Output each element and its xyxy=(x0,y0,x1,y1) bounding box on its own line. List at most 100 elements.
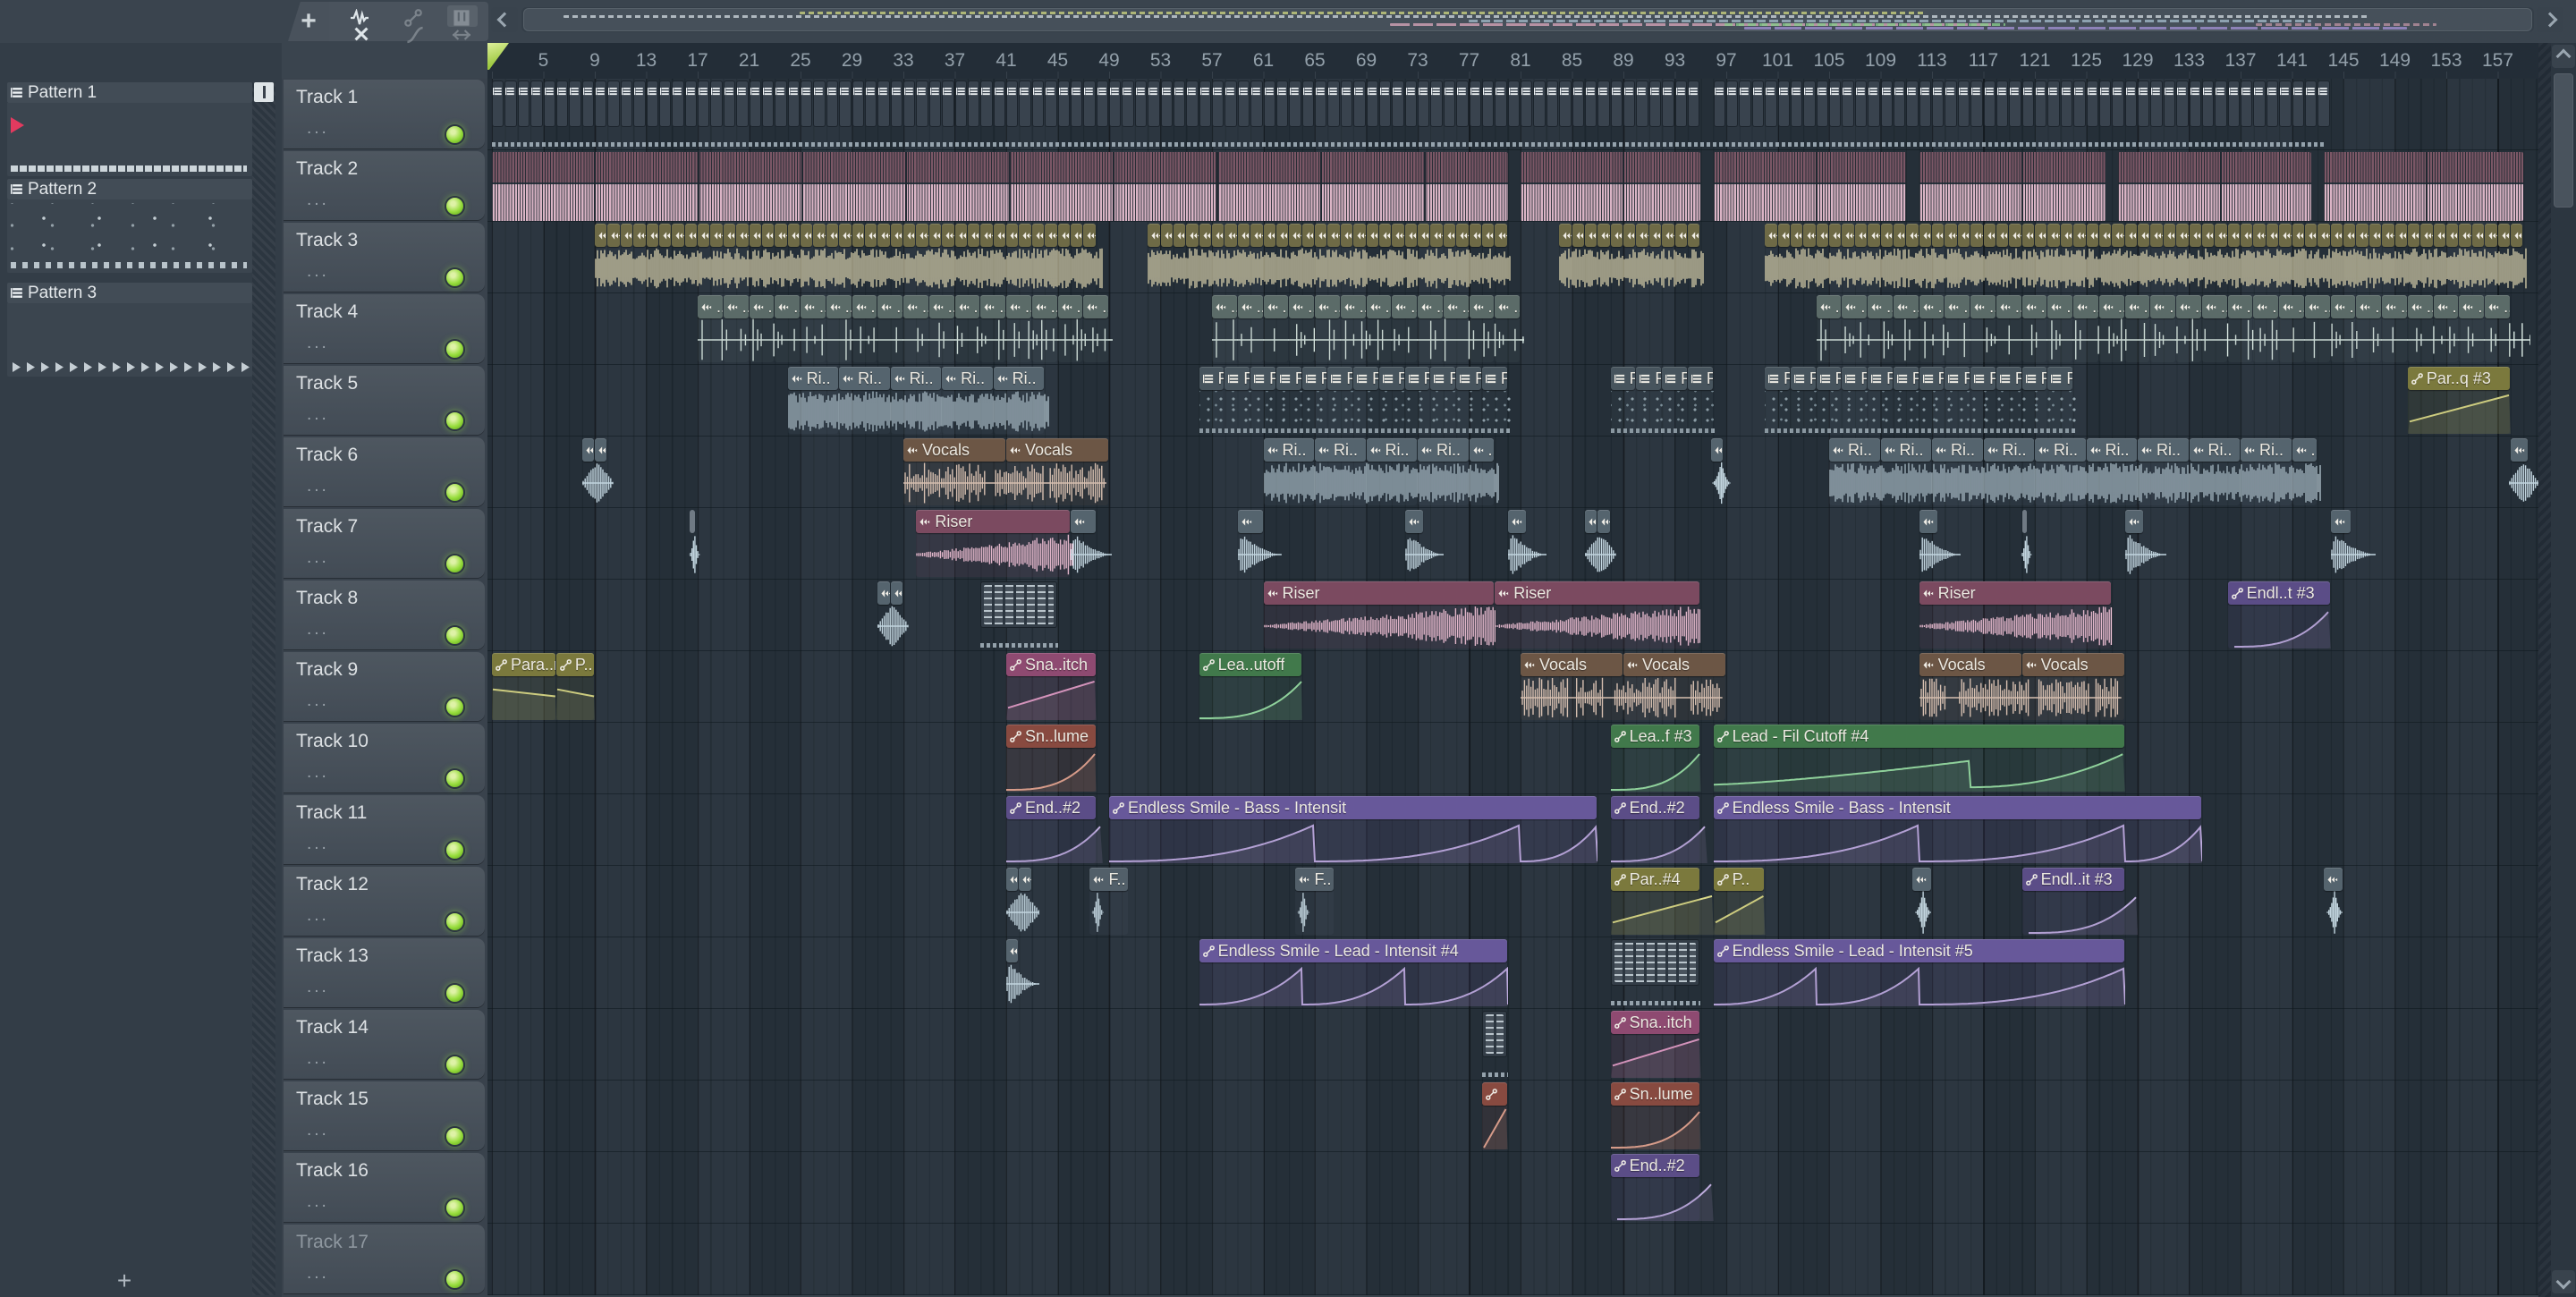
clip-s[interactable]: ..s xyxy=(2485,295,2510,318)
audio-clip[interactable] xyxy=(646,224,658,247)
clip-endl-it-3[interactable]: Endl..it #3 xyxy=(2021,868,2124,891)
track-options-dots[interactable]: ... xyxy=(307,119,329,139)
clip-ri[interactable]: Ri.. xyxy=(2241,438,2292,462)
pattern-clip[interactable] xyxy=(1533,81,1546,127)
audio-clip[interactable] xyxy=(2324,868,2343,891)
clip-ri[interactable]: Ri.. xyxy=(2086,438,2137,462)
clip-s[interactable]: ..s xyxy=(1212,295,1237,318)
clip-s[interactable]: ..s xyxy=(852,295,877,318)
audio-clip[interactable] xyxy=(1842,224,1854,247)
pattern-clip[interactable] xyxy=(620,81,633,127)
pattern-clip[interactable] xyxy=(1392,81,1404,127)
audio-clip[interactable] xyxy=(749,224,761,247)
clip-p[interactable]: P.. xyxy=(1868,367,1893,390)
clip-s[interactable]: ..s xyxy=(2279,295,2304,318)
audio-clip[interactable] xyxy=(890,224,902,247)
pattern-clip[interactable] xyxy=(813,81,826,127)
pattern-clip[interactable] xyxy=(2060,81,2073,127)
pattern-clip[interactable] xyxy=(2035,81,2047,127)
clip-p[interactable]: P.. xyxy=(1893,367,1919,390)
pattern-clip[interactable] xyxy=(1289,81,1301,127)
pattern-clip[interactable] xyxy=(1584,81,1597,127)
pattern-clip[interactable] xyxy=(492,81,504,127)
pattern-clip[interactable] xyxy=(1057,81,1070,127)
pattern-clip[interactable] xyxy=(723,81,736,127)
clip-s[interactable]: ..s xyxy=(1893,295,1919,318)
pattern-clip[interactable] xyxy=(1366,81,1378,127)
audio-clip[interactable] xyxy=(1031,224,1045,247)
audio-clip[interactable] xyxy=(1584,224,1597,247)
track-header-11[interactable]: Track 11... xyxy=(284,795,485,864)
track-mute-led[interactable] xyxy=(445,1198,465,1218)
clip-p[interactable]: P.. xyxy=(1610,367,1636,390)
pattern-clip[interactable] xyxy=(1212,81,1224,127)
pattern-clip[interactable] xyxy=(2009,81,2021,127)
track-options-dots[interactable]: ... xyxy=(307,191,329,210)
clip-s[interactable]: ..s xyxy=(1237,295,1263,318)
pattern-clip[interactable] xyxy=(1173,81,1186,127)
pattern-clip[interactable] xyxy=(1148,81,1160,127)
track-options-dots[interactable]: ... xyxy=(307,548,329,568)
clip-ri[interactable]: Ri.. xyxy=(993,367,1045,390)
pattern-clip[interactable] xyxy=(736,81,749,127)
track-options-dots[interactable]: ... xyxy=(307,835,329,854)
clip-p[interactable]: P.. xyxy=(1327,367,1353,390)
audio-clip[interactable] xyxy=(684,224,697,247)
pattern-clip[interactable] xyxy=(1906,81,1919,127)
track-options-dots[interactable]: ... xyxy=(307,763,329,783)
hscroll-right-button[interactable] xyxy=(2537,7,2563,32)
pattern-clip[interactable] xyxy=(801,81,813,127)
add-playlist-tab-button[interactable]: + xyxy=(288,2,329,41)
waveform-icon[interactable] xyxy=(351,9,369,27)
pattern-clip[interactable] xyxy=(1481,81,1495,127)
clip-s[interactable]: ..s xyxy=(1996,295,2021,318)
pattern-clip[interactable] xyxy=(1803,81,1816,127)
vscroll-up-button[interactable] xyxy=(2552,45,2575,68)
track-mute-led[interactable] xyxy=(445,697,465,717)
pattern-clip[interactable] xyxy=(684,81,697,127)
track-mute-led[interactable] xyxy=(445,124,465,145)
clip-s[interactable]: ..s xyxy=(877,295,902,318)
audio-clip[interactable] xyxy=(736,224,749,247)
clip-p[interactable]: P.. xyxy=(1636,367,1662,390)
audio-clip[interactable] xyxy=(2021,224,2034,247)
pattern-clip[interactable] xyxy=(1893,81,1906,127)
picker-scrollbar-thumb[interactable] xyxy=(254,82,274,102)
audio-clip[interactable] xyxy=(2318,224,2330,247)
audio-clip[interactable] xyxy=(2485,224,2497,247)
clip-s[interactable]: ..s xyxy=(801,295,826,318)
pattern-clip[interactable] xyxy=(1006,81,1019,127)
clip-end-2[interactable]: End..#2 xyxy=(1610,1154,1700,1177)
playlist-track-lane-17[interactable] xyxy=(487,1224,2538,1295)
striped-pattern-clip[interactable] xyxy=(2118,152,2312,221)
pattern-clip[interactable] xyxy=(1829,81,1842,127)
clip-s[interactable]: ..s xyxy=(1366,295,1392,318)
striped-pattern-clip[interactable] xyxy=(1919,152,2106,221)
pattern-clip[interactable] xyxy=(1430,81,1443,127)
audio-clip[interactable] xyxy=(1945,224,1957,247)
clip-end-2[interactable]: End..#2 xyxy=(1610,796,1700,819)
pattern-clip[interactable] xyxy=(1610,81,1623,127)
piano-roll-icon[interactable] xyxy=(453,9,470,27)
clip-vocals[interactable]: Vocals xyxy=(903,438,1005,462)
audio-clip[interactable] xyxy=(1250,224,1263,247)
audio-clip[interactable] xyxy=(2471,224,2485,247)
pattern-clip[interactable] xyxy=(1224,81,1237,127)
audio-clip[interactable] xyxy=(1057,224,1070,247)
audio-clip[interactable] xyxy=(1263,224,1275,247)
clip-s[interactable]: ..s xyxy=(698,295,723,318)
clip-p[interactable]: P.. xyxy=(1250,367,1275,390)
pattern-clip[interactable] xyxy=(1816,81,1828,127)
pattern-clip[interactable] xyxy=(672,81,684,127)
pattern-clip[interactable] xyxy=(2138,81,2150,127)
pattern-clip[interactable] xyxy=(2279,81,2292,127)
clip-ri[interactable]: Ri.. xyxy=(1366,438,1417,462)
cut-icon[interactable] xyxy=(352,25,370,43)
stretch-icon[interactable] xyxy=(453,26,470,44)
playhead-marker[interactable] xyxy=(487,43,509,70)
clip-p[interactable]: P.. xyxy=(1301,367,1327,390)
clip-p[interactable]: P.. xyxy=(1404,367,1430,390)
clip-s[interactable]: ..s xyxy=(2176,295,2201,318)
clip-vocals[interactable]: Vocals xyxy=(1521,653,1623,676)
striped-pattern-clip[interactable] xyxy=(492,152,1508,221)
